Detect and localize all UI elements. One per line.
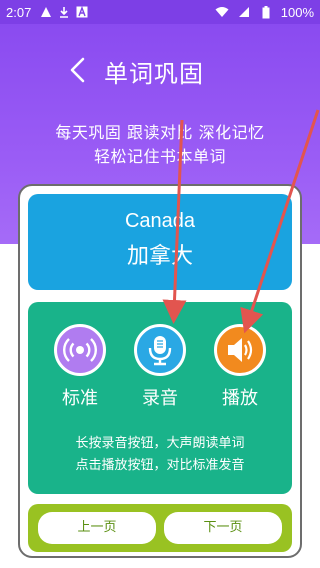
- action-panel: 标准 录音 播放 长按录音按钮，大声朗读单词 点击播放按钮，对比标准发音: [28, 302, 292, 494]
- hint-line-1: 长按录音按钮，大声朗读单词: [75, 436, 245, 451]
- status-bar: 2:07 100%: [0, 0, 320, 24]
- next-page-button[interactable]: 下一页: [164, 512, 282, 544]
- subtitle-line-1: 每天巩固 跟读对比 深化记忆: [55, 123, 265, 142]
- microphone-icon: [134, 324, 186, 376]
- signal-icon: [237, 5, 251, 19]
- download-icon: [57, 5, 71, 19]
- chevron-left-icon: [70, 57, 85, 83]
- word-english: Canada: [124, 210, 196, 232]
- status-time: 2:07: [6, 4, 32, 20]
- prev-page-button[interactable]: 上一页: [38, 512, 156, 544]
- warning-icon: [39, 5, 53, 19]
- record-button[interactable]: 录音: [132, 324, 188, 410]
- record-label: 录音: [142, 388, 178, 409]
- play-label: 播放: [222, 388, 258, 409]
- word-display: Canada 加拿大: [28, 194, 292, 290]
- battery-icon: [259, 5, 273, 19]
- standard-audio-icon: [54, 324, 106, 376]
- standard-button[interactable]: 标准: [52, 324, 108, 410]
- page-title: 单词巩固: [104, 60, 204, 88]
- word-chinese: 加拿大: [126, 244, 193, 269]
- back-button[interactable]: [66, 56, 90, 84]
- hint-line-2: 点击播放按钮，对比标准发音: [75, 458, 245, 473]
- speaker-icon: [214, 324, 266, 376]
- play-button[interactable]: 播放: [212, 324, 268, 410]
- battery-percent: 100%: [280, 4, 314, 20]
- subtitle-line-2: 轻松记住书本单词: [93, 147, 226, 166]
- a-icon: [75, 5, 89, 19]
- standard-label: 标准: [62, 388, 98, 409]
- pagination-bar: 上一页 下一页: [28, 504, 292, 552]
- wifi-icon: [215, 5, 229, 19]
